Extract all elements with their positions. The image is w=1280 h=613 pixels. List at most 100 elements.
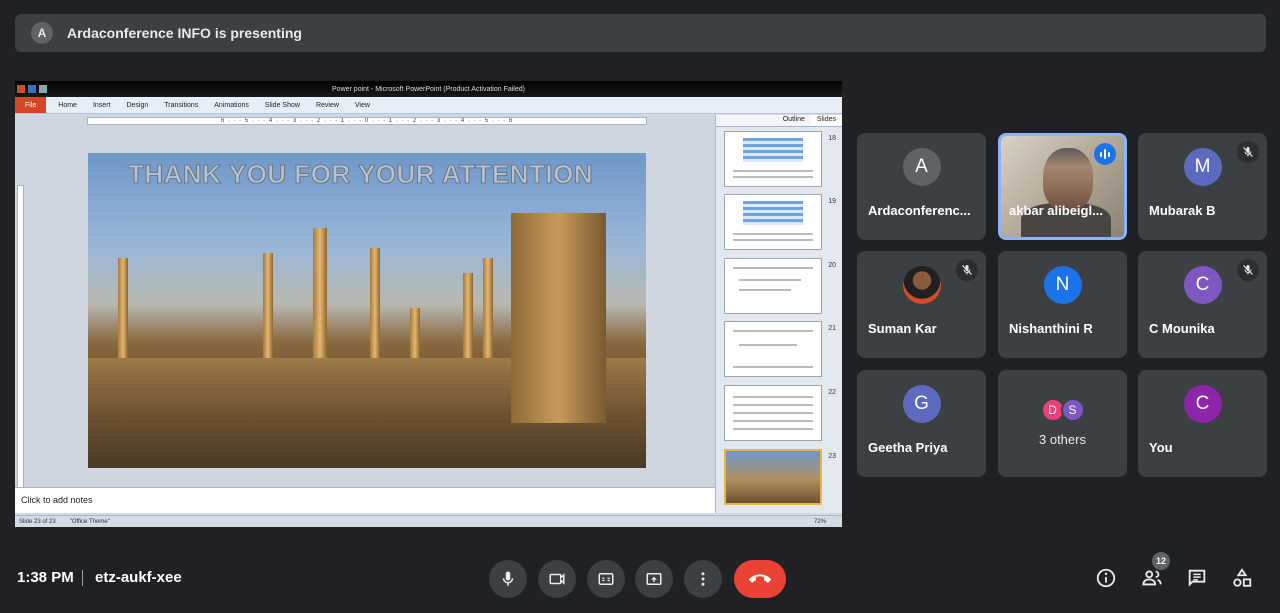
participant-avatar: M [1183,148,1222,186]
slide-thumbnail: 19 [720,194,836,252]
participant-name: akbar alibeigl... [1009,203,1103,218]
present-icon [646,573,662,585]
slide-column [118,258,128,368]
speaking-indicator-icon [1094,143,1116,165]
shapes-icon [1233,568,1252,587]
slide-number: 21 [828,325,836,332]
ribbon-tab-view: View [354,101,370,109]
powerpoint-titlebar: Power point - Microsoft PowerPoint (Prod… [15,81,842,97]
participant-photo-avatar [902,266,941,304]
ribbon-tab-file: File [15,97,47,113]
participant-avatar: G [902,385,941,423]
ribbon-tab-review: Review [315,101,339,109]
more-vert-icon [701,572,705,586]
slides-panel-tabs: Outline Slides [716,115,842,127]
slide-number: 20 [828,262,836,269]
chat-icon [1188,569,1206,587]
mic-off-icon [956,259,978,281]
participant-tile-geetha[interactable]: G Geetha Priya [857,370,986,477]
others-label: 3 others [1039,432,1086,447]
slide-title: THANK YOU FOR YOUR ATTENTION [127,159,594,190]
participant-tile-suman[interactable]: Suman Kar [857,251,986,358]
slide-thumbnail: 22 [720,385,836,443]
slide-thumbnail: 21 [720,321,836,379]
meeting-code: etz-aukf-xee [95,569,182,586]
participant-tile-ardaconference[interactable]: A Ardaconferenc... [857,133,986,240]
shared-screen: Power point - Microsoft PowerPoint (Prod… [15,81,842,527]
ribbon-tab-slide-show: Slide Show [264,101,300,109]
slide-thumbnail: 18 [720,131,836,189]
slide-column [483,258,493,368]
vertical-ruler [17,185,24,505]
presenting-text: Ardaconference INFO is presenting [67,25,302,41]
participant-tile-others[interactable]: D S 3 others [998,370,1127,477]
mic-off-icon [1237,259,1259,281]
slide-thumbnail-selected: 23 [720,449,836,507]
powerpoint-ribbon: File Home Insert Design Transitions Anim… [15,97,842,114]
slide-number: 22 [828,389,836,396]
participant-avatar: C [1183,266,1222,304]
horizontal-ruler: 6 · · · 5 · · · 4 · · · 3 · · · 2 · · · … [87,117,647,125]
slide-number: 18 [828,135,836,142]
divider [82,570,83,586]
participant-avatar: C [1183,385,1222,423]
participant-name: Nishanthini R [1009,321,1093,336]
end-call-icon [749,574,771,583]
chat-button[interactable] [1184,565,1210,591]
outline-tab: Outline [782,116,805,123]
people-count-badge: 12 [1152,552,1170,570]
slide-thumbnail: 20 [720,258,836,316]
slides-panel: Outline Slides 18 19 20 21 22 23 [715,115,842,513]
slides-tab: Slides [810,115,842,126]
microphone-button[interactable] [489,560,527,598]
ribbon-tab-home: Home [58,101,77,109]
info-icon [1096,568,1116,588]
participant-name: Ardaconferenc... [868,203,971,218]
participant-tile-akbar[interactable]: akbar alibeigl... [998,133,1127,240]
slide-column [463,273,473,368]
participant-name: Suman Kar [868,321,937,336]
powerpoint-statusbar: Slide 23 of 23 "Office Theme" 72% [15,515,842,527]
slide-editing-area: THANK YOU FOR YOUR ATTENTION [15,115,715,505]
presenting-banner: A Ardaconference INFO is presenting [15,14,1266,52]
slide-counter: Slide 23 of 23 [19,518,56,525]
slide-number: 19 [828,198,836,205]
microphone-icon [502,571,514,586]
activities-button[interactable] [1229,565,1255,591]
ribbon-tab-transitions: Transitions [164,101,199,109]
slide-column [313,228,327,368]
theme-name: "Office Theme" [69,518,110,525]
participant-tile-you[interactable]: C You [1138,370,1267,477]
powerpoint-window-title: Power point - Microsoft PowerPoint (Prod… [332,85,525,93]
slide-gate-ruin [511,213,606,423]
participant-name: C Mounika [1149,321,1215,336]
participant-name: Mubarak B [1149,203,1216,218]
present-screen-button[interactable] [635,560,673,598]
camera-icon [549,573,565,585]
people-icon [1142,570,1162,586]
participant-tile-mounika[interactable]: C C Mounika [1138,251,1267,358]
captions-icon [598,573,614,585]
slide-number: 23 [828,453,836,460]
slide-column [370,248,380,368]
zoom-level: 72% [813,518,826,525]
presenter-avatar: A [31,22,53,44]
meeting-time: 1:38 PM [17,569,74,586]
participant-tile-nishanthini[interactable]: N Nishanthini R [998,251,1127,358]
others-avatars: D S [1040,398,1085,422]
meeting-details-button[interactable] [1093,565,1119,591]
ribbon-tab-design: Design [126,101,149,109]
ribbon-tab-animations: Animations [214,101,249,109]
current-slide: THANK YOU FOR YOUR ATTENTION [88,153,646,468]
more-options-button[interactable] [684,560,722,598]
camera-button[interactable] [538,560,576,598]
leave-call-button[interactable] [734,560,786,598]
participant-tile-mubarak[interactable]: M Mubarak B [1138,133,1267,240]
captions-button[interactable] [587,560,625,598]
mic-off-icon [1237,141,1259,163]
slide-column [263,253,273,368]
others-avatar: S [1060,398,1085,422]
notes-pane: Click to add notes [15,487,715,513]
participant-name: You [1149,440,1173,455]
participant-name: Geetha Priya [868,440,948,455]
